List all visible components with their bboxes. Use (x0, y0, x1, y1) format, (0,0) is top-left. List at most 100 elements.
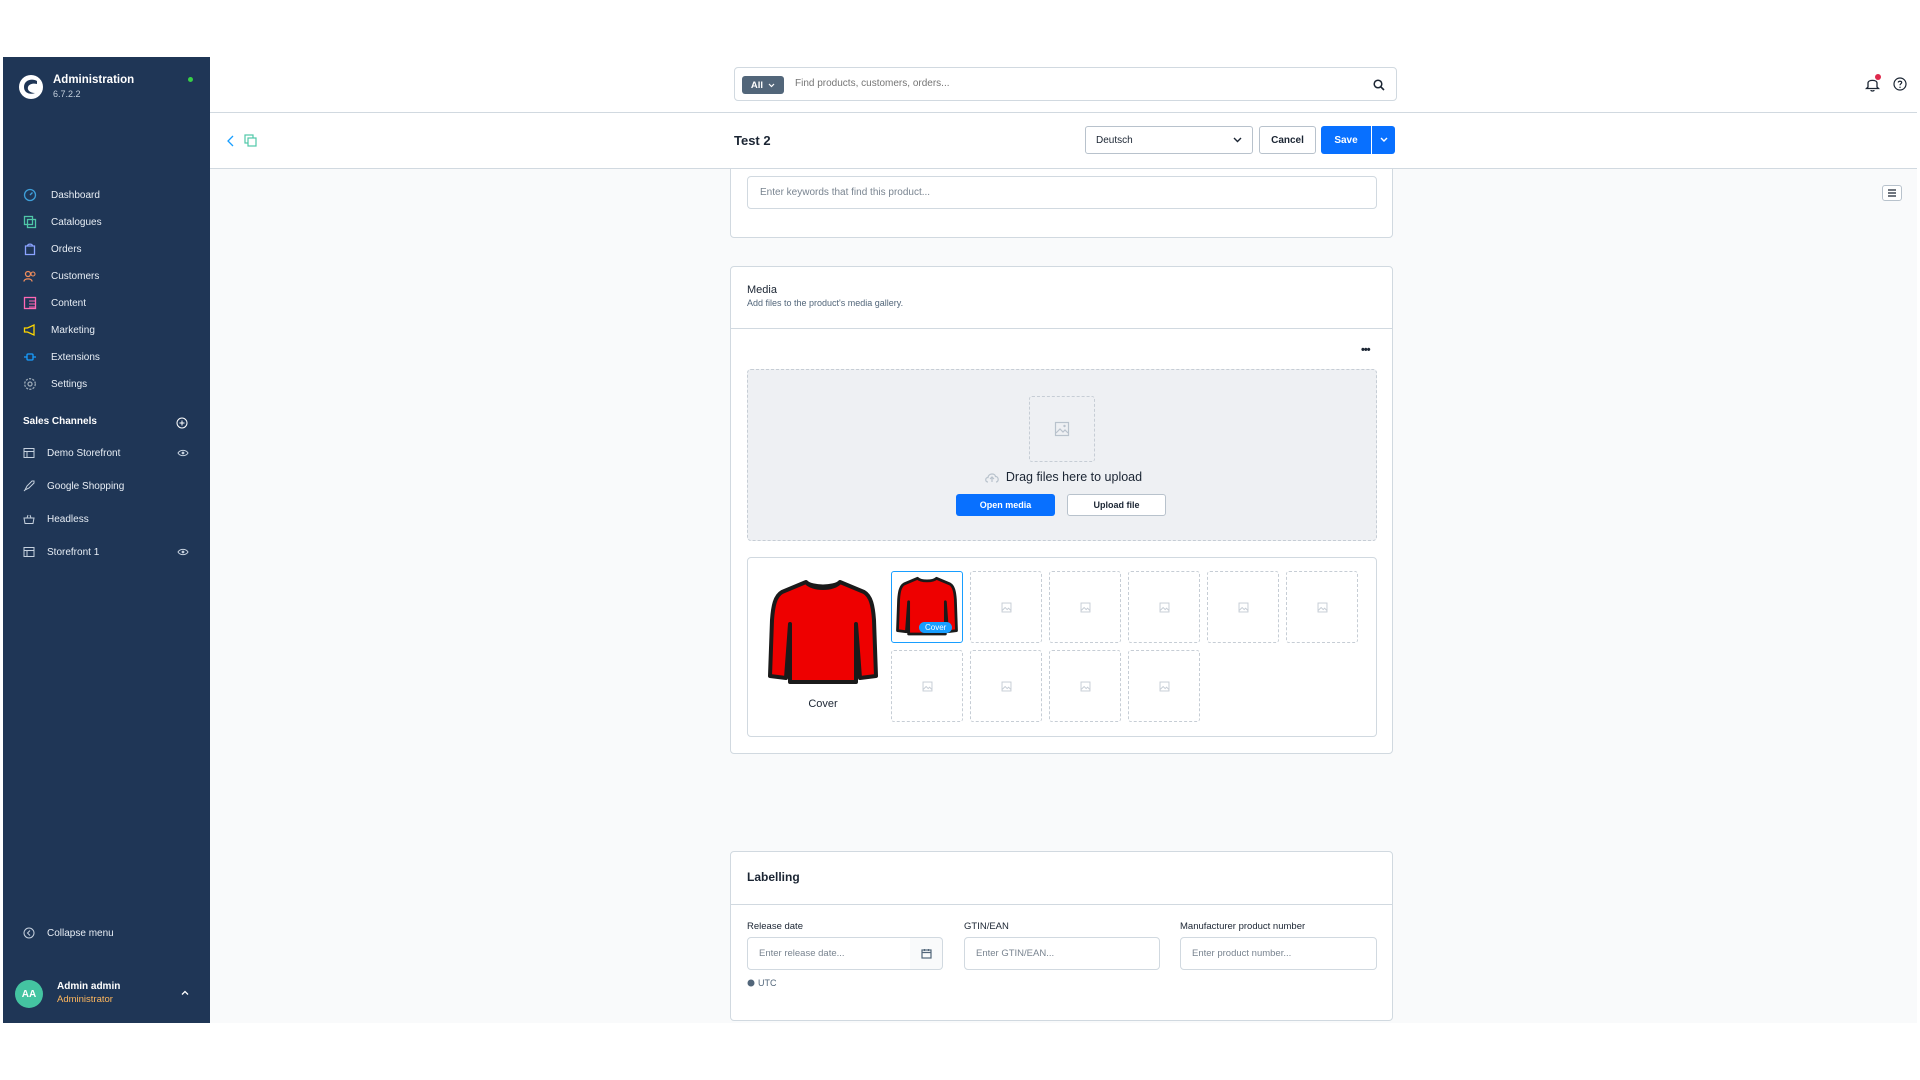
sales-channel-label: Demo Storefront (47, 447, 121, 459)
image-placeholder-icon (1001, 602, 1011, 612)
sidebar-item-label: Catalogues (51, 216, 102, 228)
sales-channel-headless[interactable]: Headless (23, 509, 195, 529)
media-card-subtitle: Add files to the product's media gallery… (747, 298, 904, 308)
sales-channel-label: Google Shopping (47, 480, 125, 492)
image-placeholder-icon (1159, 602, 1169, 612)
help-icon[interactable] (1893, 77, 1907, 91)
global-search: All (734, 67, 1397, 101)
open-media-button[interactable]: Open media (956, 494, 1055, 516)
sidebar-item-label: Orders (51, 243, 82, 255)
image-placeholder-icon (1159, 681, 1169, 691)
online-status-dot (188, 77, 193, 82)
sidebar-item-settings[interactable]: Settings (23, 374, 193, 394)
sidebar-item-content[interactable]: Content (23, 293, 193, 313)
media-context-menu-icon[interactable]: ••• (1361, 344, 1371, 356)
keywords-input[interactable]: Enter keywords that find this product... (747, 176, 1377, 209)
catalogue-icon (23, 215, 37, 229)
media-slot-empty[interactable] (1128, 650, 1200, 722)
media-slot-empty[interactable] (1049, 650, 1121, 722)
media-card: Media Add files to the product's media g… (730, 266, 1393, 754)
media-slot-empty[interactable] (1128, 571, 1200, 643)
dashboard-icon (23, 188, 37, 202)
cancel-button[interactable]: Cancel (1259, 126, 1316, 154)
sidebar-item-label: Settings (51, 378, 88, 390)
card-divider (731, 328, 1392, 329)
image-placeholder-icon (1080, 681, 1090, 691)
eye-icon[interactable] (177, 448, 189, 458)
mpn-label: Manufacturer product number (1180, 921, 1306, 932)
media-gallery: Cover Cover (747, 557, 1377, 737)
brand[interactable]: Administration 6.7.2.2 (18, 71, 203, 105)
release-date-input[interactable]: Enter release date... (747, 937, 911, 970)
sidebar-item-catalogues[interactable]: Catalogues (23, 212, 193, 232)
cover-label: Cover (808, 698, 838, 710)
media-slot-empty[interactable] (1049, 571, 1121, 643)
cover-image-sweater[interactable] (768, 576, 878, 691)
labelling-card-title: Labelling (747, 870, 800, 884)
sidebar-item-marketing[interactable]: Marketing (23, 320, 193, 340)
chevron-down-icon (1380, 137, 1387, 142)
admin-app: Administration 6.7.2.2 Dashboard Catalog… (3, 57, 1917, 1023)
app-version: 6.7.2.2 (53, 89, 81, 99)
sales-channel-google-shopping[interactable]: Google Shopping (23, 476, 195, 496)
upload-file-button[interactable]: Upload file (1067, 494, 1166, 516)
search-type-label: All (750, 79, 764, 91)
sidebar-item-label: Customers (51, 270, 100, 282)
search-input[interactable] (793, 77, 1353, 90)
storefront-icon (23, 547, 35, 557)
search-icon[interactable] (1373, 79, 1385, 91)
sales-channel-storefront-1[interactable]: Storefront 1 (23, 542, 195, 562)
media-slot-empty[interactable] (970, 571, 1042, 643)
copy-icon[interactable] (244, 134, 257, 147)
timezone-hint: UTC (747, 978, 777, 988)
labelling-card: Labelling Release date Enter release dat… (730, 851, 1393, 1021)
image-placeholder-icon (1080, 602, 1090, 612)
marketing-icon (23, 323, 35, 337)
sidebar-item-orders[interactable]: Orders (23, 239, 193, 259)
sidebar-item-extensions[interactable]: Extensions (23, 347, 193, 367)
gtin-input[interactable]: Enter GTIN/EAN... (964, 937, 1160, 970)
app-title: Administration (53, 74, 135, 86)
media-slot-empty[interactable] (1286, 571, 1358, 643)
sales-channel-demo-storefront[interactable]: Demo Storefront (23, 443, 195, 463)
dropzone-label: Drag files here to upload (1005, 470, 1143, 484)
search-type-select[interactable]: All (742, 76, 784, 94)
save-button[interactable]: Save (1321, 126, 1371, 154)
main-content: Enter keywords that find this product...… (210, 169, 1917, 1023)
sidebar-item-label: Extensions (51, 351, 100, 363)
user-role: Administrator (57, 994, 113, 1005)
chevron-up-icon (181, 990, 189, 995)
back-arrow-icon[interactable] (226, 135, 236, 147)
language-select[interactable]: Deutsch (1085, 126, 1253, 154)
media-slot-empty[interactable] (891, 650, 963, 722)
sidebar-item-customers[interactable]: Customers (23, 266, 193, 286)
page-title: Test 2 (734, 133, 771, 148)
calendar-button[interactable] (910, 937, 943, 970)
media-thumbnail-cover[interactable]: Cover (891, 571, 963, 643)
image-placeholder-icon (1054, 421, 1070, 437)
user-menu[interactable]: AA Admin admin Administrator (15, 977, 200, 1011)
collapse-menu-button[interactable]: Collapse menu (23, 927, 114, 939)
save-options-button[interactable] (1372, 126, 1395, 154)
add-sales-channel-icon[interactable] (176, 417, 188, 429)
sidebar-toggle-button[interactable] (1882, 185, 1902, 201)
media-dropzone[interactable]: Drag files here to upload Open media Upl… (747, 369, 1377, 541)
sidebar-item-label: Marketing (51, 324, 95, 336)
image-placeholder-icon (1317, 602, 1327, 612)
smart-bar: Test 2 Deutsch Cancel Save (210, 113, 1917, 169)
sales-channel-label: Headless (47, 513, 89, 525)
mpn-input[interactable]: Enter product number... (1180, 937, 1377, 970)
image-placeholder-icon (1001, 681, 1011, 691)
orders-icon (24, 243, 36, 256)
media-slot-empty[interactable] (1207, 571, 1279, 643)
cloud-upload-icon (985, 473, 999, 483)
media-slot-empty[interactable] (970, 650, 1042, 722)
top-bar: All (210, 57, 1917, 113)
timezone-label: UTC (758, 978, 777, 988)
customers-icon (23, 270, 36, 282)
sidebar-item-dashboard[interactable]: Dashboard (23, 185, 193, 205)
image-placeholder-icon (922, 681, 932, 691)
seo-keywords-card: Enter keywords that find this product... (730, 169, 1393, 238)
eye-icon[interactable] (177, 547, 189, 557)
basket-icon (23, 514, 35, 524)
